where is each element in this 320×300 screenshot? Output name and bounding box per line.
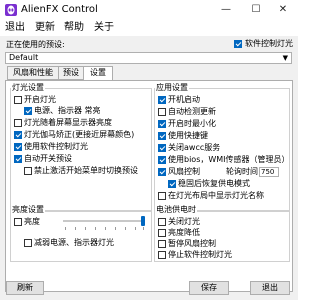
app-window: AlienFX Control — ☐ ✕ 退出 更新 帮助 关于 正在使用的预…: [0, 0, 298, 300]
slider-tick: [65, 227, 66, 230]
auto-switch-profile-checkbox[interactable]: [14, 155, 22, 163]
battery-lights-off-label: 关闭灯光: [168, 217, 200, 226]
slider-tick: [143, 227, 144, 230]
slider-tick: [95, 227, 96, 230]
brightness-title: 亮度设置: [11, 205, 45, 215]
slider-tick: [135, 227, 136, 230]
battery-pause-fan-checkbox[interactable]: [158, 240, 166, 248]
battery-dim-label: 亮度降低: [168, 228, 200, 237]
autostart-checkbox[interactable]: [158, 96, 166, 104]
slider-tick: [75, 227, 76, 230]
hotkeys-checkbox[interactable]: [158, 132, 166, 140]
auto-switch-profile-label: 自动开关预设: [24, 154, 72, 163]
alien-app-icon: [5, 4, 17, 16]
fan-control-label: 风扇控制: [168, 167, 200, 176]
hotkeys-label: 使用快捷键: [168, 131, 208, 140]
slider-thumb[interactable]: [141, 216, 145, 226]
battery-dim-checkbox[interactable]: [158, 229, 166, 237]
slider-tick: [85, 227, 86, 230]
title-bar[interactable]: AlienFX Control — ☐ ✕: [0, 0, 298, 20]
autostart-label: 开机启动: [168, 95, 200, 104]
bios-wmi-label: 使用bios，WMI传感器（管理员）: [168, 155, 290, 164]
slider-track: [63, 220, 145, 222]
profile-select-value: Default: [9, 53, 39, 62]
settings-panel: 灯光设置 开启灯光 电源、指示器 常亮 灯光随着屏幕显示器亮度 灯光伽马矫正(更…: [5, 80, 293, 292]
start-minimized-label: 开启时最小化: [168, 119, 216, 128]
auto-update-label: 自动检测更新: [168, 107, 216, 116]
menu-help[interactable]: 帮助: [64, 21, 84, 35]
bios-wmi-checkbox[interactable]: [158, 156, 166, 164]
show-light-names-checkbox[interactable]: [158, 192, 166, 200]
maximize-icon[interactable]: ☐: [241, 0, 271, 20]
dim-level-slider[interactable]: [63, 214, 147, 234]
gamma-correction-label: 灯光伽马矫正(更接近屏幕颜色): [24, 130, 135, 139]
slider-tick: [115, 227, 116, 230]
gamma-correction-checkbox[interactable]: [14, 131, 22, 139]
lights-on-checkbox[interactable]: [14, 96, 22, 104]
disable-awcc-checkbox[interactable]: [158, 144, 166, 152]
restore-power-mode-label: 稳固后恢复供电模式: [178, 179, 250, 188]
software-control-checkbox[interactable]: [234, 40, 242, 48]
tab-profiles[interactable]: 预设: [58, 66, 84, 80]
save-button[interactable]: 保存: [189, 281, 229, 295]
menu-about[interactable]: 关于: [94, 21, 114, 35]
no-switch-start-menu-checkbox[interactable]: [24, 167, 32, 175]
profile-label: 正在使用的预设:: [6, 40, 65, 49]
show-light-names-label: 在灯光布局中显示灯光名称: [168, 191, 264, 200]
power-indicator-on-label: 电源、指示器 常亮: [34, 106, 101, 115]
minimize-icon[interactable]: —: [211, 0, 241, 20]
power-indicator-on-checkbox[interactable]: [24, 107, 32, 115]
menu-update[interactable]: 更新: [35, 21, 55, 35]
light-settings-title: 灯光设置: [11, 83, 45, 93]
start-minimized-checkbox[interactable]: [158, 120, 166, 128]
restore-power-mode-checkbox[interactable]: [168, 180, 176, 188]
window-title: AlienFX Control: [21, 4, 98, 15]
dim-power-indicator-checkbox[interactable]: [24, 239, 32, 247]
fan-control-checkbox[interactable]: [158, 168, 166, 176]
dim-label: 亮度: [24, 217, 40, 226]
battery-title: 电池供电时: [155, 205, 197, 215]
tabs-area: 风扇和性能 预设 设置 灯光设置 开启灯光 电源、指示器 常亮 灯光随着屏幕显示…: [5, 66, 293, 300]
software-light-control-checkbox[interactable]: [14, 143, 22, 151]
disable-awcc-label: 关闭awcc服务: [168, 143, 221, 152]
slider-tick: [125, 227, 126, 230]
screen-brightness-checkbox[interactable]: [14, 119, 22, 127]
tab-settings[interactable]: 设置: [83, 66, 113, 81]
profile-select[interactable]: Default ▼: [5, 52, 292, 64]
battery-lights-off-checkbox[interactable]: [158, 218, 166, 226]
auto-update-checkbox[interactable]: [158, 108, 166, 116]
menu-bar: 退出 更新 帮助 关于: [0, 20, 298, 36]
refresh-button[interactable]: 刷新: [6, 281, 44, 295]
light-settings-group: 灯光设置 开启灯光 电源、指示器 常亮 灯光随着屏幕显示器亮度 灯光伽马矫正(更…: [10, 83, 152, 212]
chevron-down-icon: ▼: [282, 54, 288, 62]
software-control-label: 软件控制灯光: [245, 39, 293, 48]
battery-group: 电池供电时 关闭灯光 亮度降低 暂停风扇控制 停止软件控制灯光: [154, 205, 290, 262]
slider-tick: [105, 227, 106, 230]
brightness-group: 亮度设置 亮度 减弱电源、指示器灯光: [10, 205, 152, 262]
app-settings-title: 应用设置: [155, 83, 189, 93]
dim-power-indicator-label: 减弱电源、指示器灯光: [34, 238, 114, 247]
battery-stop-software-lights-checkbox[interactable]: [158, 251, 166, 259]
app-settings-group: 应用设置 开机启动 自动检测更新 开启时最小化 使用快捷键 关闭awcc服务 使…: [154, 83, 290, 212]
dim-checkbox[interactable]: [14, 218, 22, 226]
software-light-control-label: 使用软件控制灯光: [24, 142, 88, 151]
screen-brightness-label: 灯光随着屏幕显示器亮度: [24, 118, 112, 127]
polling-time-label: 轮询时间: [226, 167, 258, 176]
no-switch-start-menu-label: 禁止激活开始菜单时切换预设: [34, 166, 138, 175]
exit-button[interactable]: 退出: [250, 281, 290, 295]
polling-time-input[interactable]: 750: [259, 167, 279, 177]
tab-fans-performance[interactable]: 风扇和性能: [7, 66, 59, 80]
battery-pause-fan-label: 暂停风扇控制: [168, 239, 216, 248]
lights-on-label: 开启灯光: [24, 95, 56, 104]
close-icon[interactable]: ✕: [268, 0, 298, 20]
menu-exit[interactable]: 退出: [5, 21, 25, 35]
battery-stop-software-lights-label: 停止软件控制灯光: [168, 250, 232, 259]
